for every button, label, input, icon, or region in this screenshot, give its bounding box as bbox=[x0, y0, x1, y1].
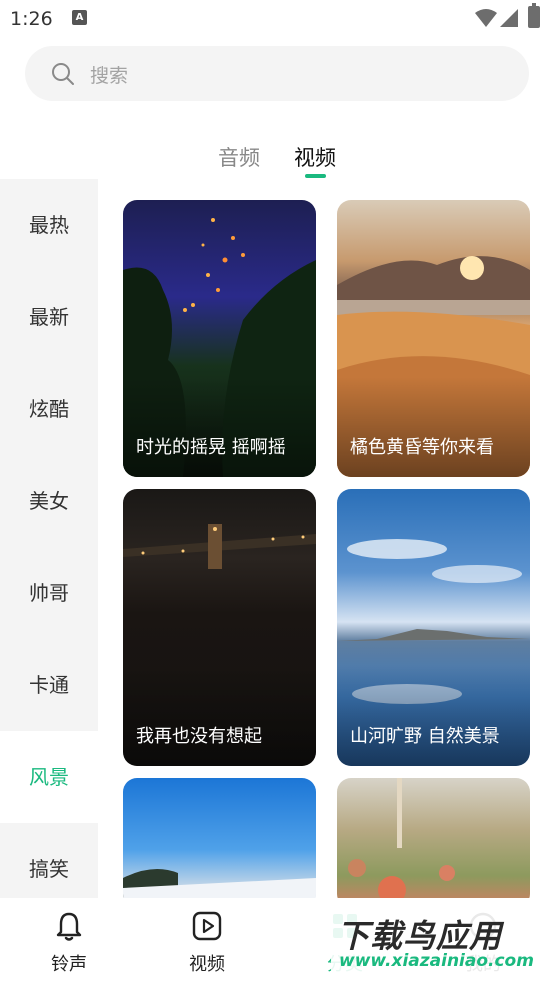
video-card[interactable] bbox=[337, 778, 530, 908]
video-card[interactable]: 橘色黄昏等你来看 bbox=[337, 200, 530, 477]
video-title: 山河旷野 自然美景 bbox=[350, 726, 500, 747]
video-card[interactable]: 我再也没有想起 bbox=[123, 489, 316, 766]
sidebar-item-hottest[interactable]: 最热 bbox=[0, 179, 98, 271]
status-time: 1:26 bbox=[10, 8, 53, 30]
watermark: 下载鸟应用 www.xiazainiao.com bbox=[331, 905, 551, 977]
video-card[interactable] bbox=[123, 778, 316, 908]
nav-ringtone[interactable]: 铃声 bbox=[0, 898, 138, 984]
sidebar-item-cartoon[interactable]: 卡通 bbox=[0, 639, 98, 731]
play-icon bbox=[192, 911, 222, 941]
nav-label: 铃声 bbox=[51, 954, 87, 975]
sidebar-item-scenery[interactable]: 风景 bbox=[0, 731, 98, 823]
nav-video[interactable]: 视频 bbox=[138, 898, 276, 984]
search-placeholder: 搜索 bbox=[90, 65, 129, 87]
flower-field-image bbox=[348, 778, 455, 904]
tab-audio[interactable]: 音频 bbox=[218, 142, 260, 172]
video-card[interactable]: 时光的摇晃 摇啊摇 bbox=[123, 200, 316, 477]
video-card[interactable]: 山河旷野 自然美景 bbox=[337, 489, 530, 766]
search-icon bbox=[52, 63, 74, 85]
sidebar-item-cool[interactable]: 炫酷 bbox=[0, 363, 98, 455]
sidebar-item-handsome[interactable]: 帅哥 bbox=[0, 547, 98, 639]
video-title: 橘色黄昏等你来看 bbox=[350, 437, 494, 458]
video-title: 我再也没有想起 bbox=[136, 726, 262, 747]
signal-icon bbox=[500, 9, 518, 27]
tab-video[interactable]: 视频 bbox=[294, 142, 336, 172]
search-bar[interactable]: 搜索 bbox=[25, 46, 529, 101]
sidebar-item-beauty[interactable]: 美女 bbox=[0, 455, 98, 547]
watermark-url: www.xiazainiao.com bbox=[339, 951, 534, 971]
wifi-icon bbox=[475, 9, 497, 27]
snow-landscape-image bbox=[123, 869, 316, 908]
status-bar: 1:26 A bbox=[0, 0, 554, 38]
bell-icon bbox=[56, 912, 82, 941]
sidebar-item-newest[interactable]: 最新 bbox=[0, 271, 98, 363]
tab-indicator bbox=[305, 174, 326, 178]
notification-icon: A bbox=[72, 10, 87, 25]
battery-icon bbox=[528, 3, 540, 28]
nav-label: 视频 bbox=[189, 954, 225, 975]
video-title: 时光的摇晃 摇啊摇 bbox=[136, 437, 286, 458]
category-sidebar: 最热 最新 炫酷 美女 帅哥 卡通 风景 搞笑 bbox=[0, 179, 98, 899]
sidebar-item-funny[interactable]: 搞笑 bbox=[0, 823, 98, 899]
